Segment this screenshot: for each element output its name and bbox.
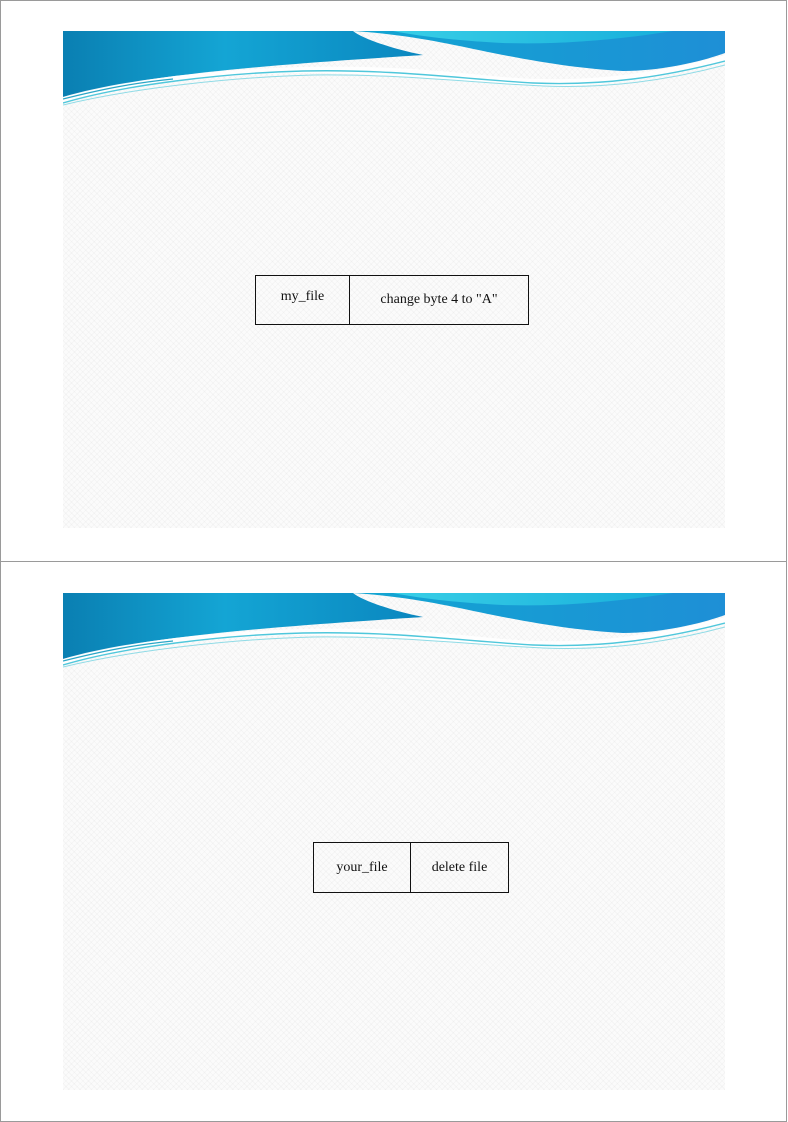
operation-cell: change byte 4 to "A" (349, 276, 528, 324)
file-operation-record: my_file change byte 4 to "A" (255, 275, 529, 325)
file-operation-record: your_file delete file (313, 842, 509, 893)
slide-2: your_file delete file (63, 593, 725, 1090)
wave-banner-graphic (63, 593, 725, 668)
wave-banner-graphic (63, 31, 725, 106)
file-name-cell: my_file (280, 289, 325, 304)
file-name-cell: your_file (336, 859, 388, 875)
operation-cell: delete file (410, 843, 508, 892)
slide-1: my_file change byte 4 to "A" (63, 31, 725, 528)
